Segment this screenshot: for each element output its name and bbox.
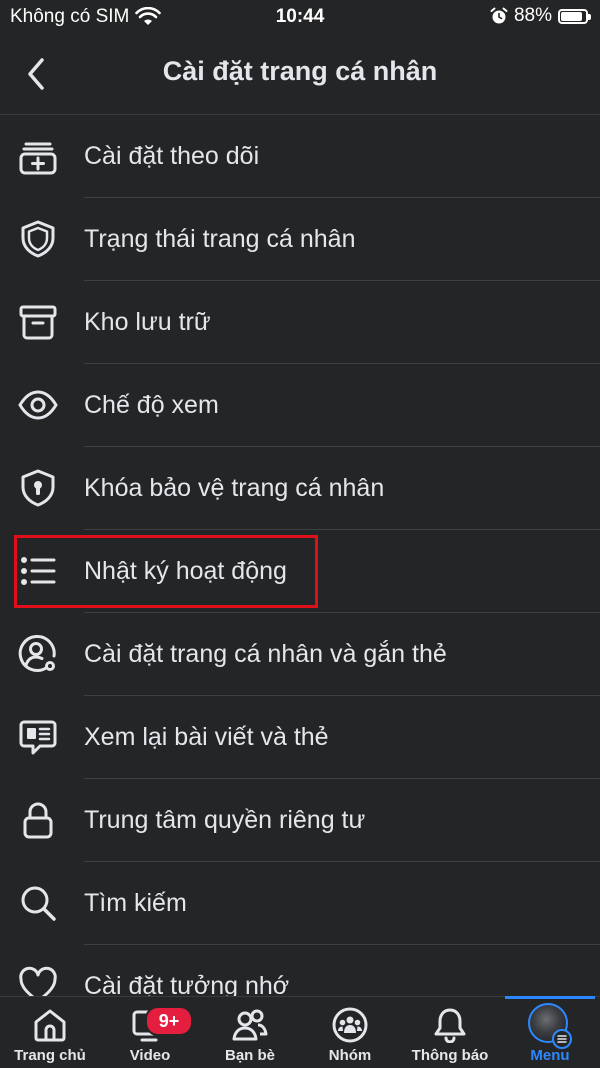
menu-item-profile-lock[interactable]: Khóa bảo vệ trang cá nhân	[0, 447, 600, 530]
menu-item-label: Tìm kiếm	[84, 889, 187, 917]
menu-item-privacy-center[interactable]: Trung tâm quyền riêng tư	[0, 779, 600, 862]
profile-settings-icon	[18, 635, 56, 672]
menu-item-label: Cài đặt theo dõi	[84, 142, 260, 170]
shield-icon	[21, 220, 55, 258]
menu-item-label: Khóa bảo vệ trang cá nhân	[84, 474, 385, 502]
hamburger-icon	[557, 1035, 567, 1043]
page-title: Cài đặt trang cá nhân	[162, 56, 438, 86]
friends-icon	[232, 1009, 268, 1041]
header: Cài đặt trang cá nhân	[0, 34, 600, 115]
tab-home[interactable]: Trang chủ	[0, 997, 100, 1068]
bell-icon	[434, 1008, 466, 1043]
eye-icon	[18, 390, 58, 420]
add-follow-icon	[19, 142, 57, 175]
menu-item-review-posts-tags[interactable]: Xem lại bài viết và thẻ	[0, 696, 600, 779]
tab-label: Nhóm	[328, 1047, 372, 1064]
menu-item-archive[interactable]: Kho lưu trữ	[0, 281, 600, 364]
list-icon	[21, 557, 56, 585]
menu-item-label: Kho lưu trữ	[84, 308, 211, 336]
menu-item-profile-tagging-settings[interactable]: Cài đặt trang cá nhân và gắn thẻ	[0, 613, 600, 696]
tab-label: Menu	[530, 1047, 570, 1064]
bottom-tab-bar: Trang chủ Video Bạn bè Nhóm Thông báo Me…	[0, 996, 600, 1068]
battery-level	[561, 11, 583, 21]
menu-item-label: Trung tâm quyền riêng tư	[84, 806, 366, 834]
review-posts-icon	[19, 720, 57, 755]
settings-menu-list: Cài đặt theo dõi Trạng thái trang cá nhâ…	[0, 115, 600, 1028]
groups-icon	[332, 1007, 368, 1043]
menu-item-profile-status[interactable]: Trạng thái trang cá nhân	[0, 198, 600, 281]
tab-notifications[interactable]: Thông báo	[400, 997, 500, 1068]
alarm-icon	[490, 7, 508, 24]
tab-label: Thông báo	[411, 1047, 489, 1064]
lock-icon	[23, 802, 53, 839]
menu-item-search[interactable]: Tìm kiếm	[0, 862, 600, 945]
tab-label: Trang chủ	[14, 1047, 86, 1064]
menu-item-label: Nhật ký hoạt động	[84, 557, 287, 585]
battery-percent: 88%	[513, 5, 552, 26]
menu-overlay-icon	[552, 1029, 572, 1049]
tab-label: Video	[129, 1047, 171, 1064]
menu-item-activity-log[interactable]: Nhật ký hoạt động	[0, 530, 600, 613]
menu-item-follow-settings[interactable]: Cài đặt theo dõi	[0, 115, 600, 198]
search-icon	[21, 886, 56, 921]
menu-item-view-as[interactable]: Chế độ xem	[0, 364, 600, 447]
archive-icon	[19, 305, 57, 340]
tab-friends[interactable]: Bạn bè	[200, 997, 300, 1068]
menu-item-label: Chế độ xem	[84, 391, 219, 419]
status-bar: Không có SIM 10:44 88%	[0, 0, 600, 34]
menu-item-label: Xem lại bài viết và thẻ	[84, 723, 329, 751]
shield-lock-icon	[21, 469, 55, 507]
tab-groups[interactable]: Nhóm	[300, 997, 400, 1068]
menu-item-label: Cài đặt trang cá nhân và gắn thẻ	[84, 640, 447, 668]
battery-icon	[558, 8, 591, 24]
home-icon	[34, 1009, 66, 1042]
menu-item-label: Trạng thái trang cá nhân	[84, 225, 356, 253]
video-badge: 9+	[145, 1006, 193, 1036]
status-right: 88%	[490, 5, 591, 27]
tab-label: Bạn bè	[224, 1047, 275, 1064]
